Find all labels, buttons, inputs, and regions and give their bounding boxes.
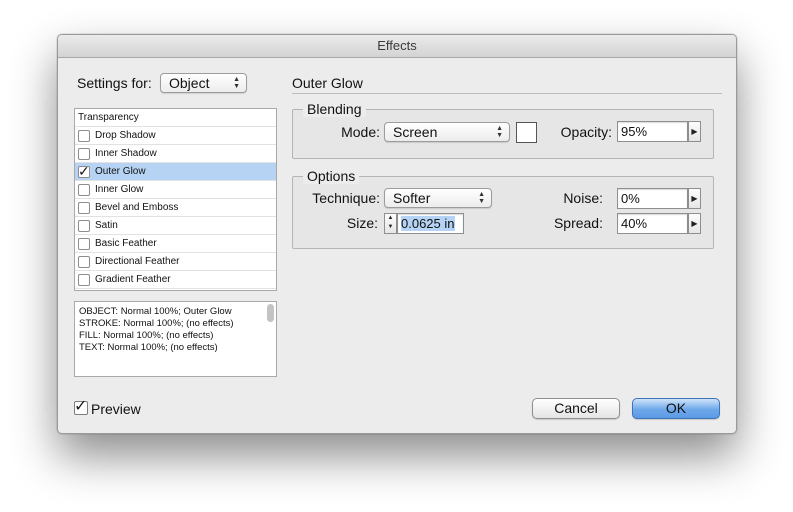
effect-item-inner-glow[interactable]: Inner Glow: [75, 181, 276, 199]
checkbox-icon[interactable]: [78, 274, 90, 286]
size-stepper-icon[interactable]: ▲ ▼: [384, 213, 397, 234]
effect-item-drop-shadow[interactable]: Drop Shadow: [75, 127, 276, 145]
checkbox-icon[interactable]: [78, 202, 90, 214]
effect-item-gradient-feather[interactable]: Gradient Feather: [75, 271, 276, 289]
effect-item-directional-feather[interactable]: Directional Feather: [75, 253, 276, 271]
checkbox-icon[interactable]: [78, 238, 90, 250]
popup-arrows-icon: ▲ ▼: [478, 191, 485, 205]
opacity-slider-arrow-icon[interactable]: ▶: [688, 121, 701, 142]
summary-line: STROKE: Normal 100%; (no effects): [79, 318, 234, 329]
technique-label: Technique:: [312, 190, 380, 206]
panel-title: Outer Glow: [292, 75, 363, 91]
effect-item-bevel-and-emboss[interactable]: Bevel and Emboss: [75, 199, 276, 217]
checkmark-icon: ✓: [78, 163, 90, 179]
checkbox-icon[interactable]: [78, 148, 90, 160]
effect-item-basic-feather[interactable]: Basic Feather: [75, 235, 276, 253]
size-field[interactable]: 0.0625 in: [397, 213, 464, 234]
effect-item-inner-shadow[interactable]: Inner Shadow: [75, 145, 276, 163]
spread-slider-arrow-icon[interactable]: ▶: [688, 213, 701, 234]
noise-label: Noise:: [563, 190, 603, 206]
checkmark-icon: ✓: [74, 398, 88, 415]
opacity-field[interactable]: 95%: [617, 121, 688, 142]
checkbox-icon[interactable]: [78, 130, 90, 142]
cancel-button[interactable]: Cancel: [532, 398, 620, 419]
technique-select[interactable]: Softer ▲ ▼: [384, 188, 492, 208]
ok-button[interactable]: OK: [632, 398, 720, 419]
spread-label: Spread:: [553, 215, 603, 231]
effect-item-satin[interactable]: Satin: [75, 217, 276, 235]
settings-for-label: Settings for:: [77, 75, 152, 91]
settings-for-select[interactable]: Object ▲ ▼: [160, 73, 247, 93]
settings-for-value: Object: [169, 75, 210, 91]
window-title[interactable]: Effects: [58, 35, 736, 58]
checkbox-icon[interactable]: [78, 256, 90, 268]
summary-line: TEXT: Normal 100%; (no effects): [79, 342, 218, 353]
effects-dialog: Effects Settings for: Object ▲ ▼ Transpar…: [57, 34, 737, 434]
popup-arrows-icon: ▲ ▼: [233, 76, 240, 90]
popup-arrows-icon: ▲ ▼: [496, 125, 503, 139]
size-label: Size:: [346, 215, 378, 231]
preview-label: Preview: [91, 401, 141, 417]
noise-field[interactable]: 0%: [617, 188, 688, 209]
spread-field[interactable]: 40%: [617, 213, 688, 234]
options-group-title: Options: [303, 168, 360, 184]
technique-value: Softer: [393, 190, 431, 206]
title-divider: [292, 93, 722, 94]
effects-summary: OBJECT: Normal 100%; Outer Glow STROKE: …: [74, 301, 277, 377]
glow-color-swatch[interactable]: [516, 122, 537, 143]
list-header-transparency[interactable]: Transparency: [75, 109, 276, 127]
effect-item-outer-glow[interactable]: ✓ Outer Glow: [75, 163, 276, 181]
checkbox-icon[interactable]: [78, 184, 90, 196]
mode-label: Mode:: [341, 124, 380, 140]
summary-line: OBJECT: Normal 100%; Outer Glow: [79, 306, 232, 317]
opacity-label: Opacity:: [560, 124, 612, 140]
effects-list: Transparency Drop Shadow Inner Shadow ✓ …: [74, 108, 277, 291]
noise-slider-arrow-icon[interactable]: ▶: [688, 188, 701, 209]
checkbox-icon[interactable]: [78, 220, 90, 232]
mode-select[interactable]: Screen ▲ ▼: [384, 122, 510, 142]
blending-group-title: Blending: [303, 101, 366, 117]
mode-value: Screen: [393, 124, 438, 140]
summary-scrollbar[interactable]: [267, 304, 274, 322]
summary-line: FILL: Normal 100%; (no effects): [79, 330, 214, 341]
